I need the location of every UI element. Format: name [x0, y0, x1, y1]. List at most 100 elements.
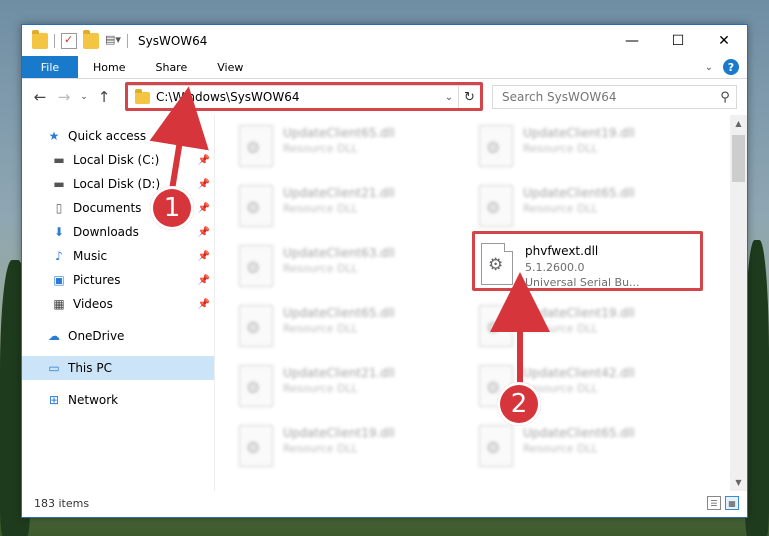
folder-icon [32, 29, 48, 49]
item-count: 183 items [34, 496, 90, 510]
separator [127, 33, 128, 48]
nav-label: Pictures [73, 273, 121, 287]
pin-icon[interactable]: 📌 [198, 155, 210, 166]
nav-onedrive[interactable]: ☁ OneDrive [22, 324, 214, 348]
cloud-icon: ☁ [48, 329, 60, 343]
tab-view[interactable]: View [202, 56, 258, 78]
file-item[interactable]: UpdateClient19.dll Resource DLL [479, 301, 699, 351]
documents-icon: ▯ [55, 201, 63, 215]
file-name: UpdateClient63.dll [283, 246, 395, 260]
ribbon-tabs: File Home Share View ⌄ ? [22, 56, 747, 79]
dll-file-icon [239, 125, 273, 167]
file-item[interactable]: UpdateClient63.dll Resource DLL [239, 241, 459, 291]
music-icon: ♪ [55, 249, 63, 263]
file-item[interactable]: UpdateClient21.dll Resource DLL [239, 181, 459, 231]
customize-toolbar-icon[interactable]: ▤▾ [105, 33, 121, 49]
nav-label: Network [68, 393, 119, 407]
file-name: UpdateClient65.dll [523, 186, 635, 200]
star-icon: ★ [48, 129, 60, 143]
address-bar[interactable]: C:\Windows\SysWOW64 ⌄ ↻ [127, 85, 481, 109]
up-button[interactable]: ↑ [92, 88, 116, 106]
pin-icon[interactable]: 📌 [198, 275, 210, 286]
help-button[interactable]: ? [723, 59, 739, 75]
file-type: Resource DLL [283, 202, 358, 215]
file-item[interactable]: UpdateClient65.dll Resource DLL [479, 421, 699, 471]
pictures-icon: ▣ [53, 273, 65, 287]
main-area: ★ Quick access ▬ Local Disk (C:) 📌 ▬ Loc… [22, 115, 747, 491]
target-file-description: Universal Serial Bu... [525, 276, 640, 289]
search-input[interactable] [502, 90, 714, 104]
pin-icon[interactable]: 📌 [198, 203, 210, 214]
pin-icon[interactable]: 📌 [198, 299, 210, 310]
file-type: Resource DLL [283, 142, 358, 155]
file-name: UpdateClient21.dll [283, 186, 395, 200]
file-item[interactable]: UpdateClient21.dll Resource DLL [239, 361, 459, 411]
dll-file-icon [239, 425, 273, 467]
downloads-icon: ⬇ [53, 225, 65, 239]
file-name: UpdateClient65.dll [283, 306, 395, 320]
dll-file-icon [479, 425, 513, 467]
file-name: UpdateClient65.dll [523, 426, 635, 440]
file-item[interactable]: UpdateClient65.dll Resource DLL [479, 181, 699, 231]
search-icon[interactable]: ⚲ [714, 90, 736, 105]
nav-music[interactable]: ♪ Music 📌 [22, 244, 214, 268]
address-row: ← → ⌄ ↑ C:\Windows\SysWOW64 ⌄ ↻ ⚲ [22, 79, 747, 115]
folder-icon [135, 89, 150, 104]
step-badge-2: 2 [497, 382, 541, 426]
pin-icon[interactable]: 📌 [198, 251, 210, 262]
pin-icon[interactable]: 📌 [198, 179, 210, 190]
nav-videos[interactable]: ▦ Videos 📌 [22, 292, 214, 316]
address-path[interactable]: C:\Windows\SysWOW64 [156, 90, 440, 104]
nav-label: Downloads [73, 225, 139, 239]
status-bar: 183 items ☰ ▦ [22, 489, 747, 517]
file-name: UpdateClient19.dll [283, 426, 395, 440]
recent-locations-button[interactable]: ⌄ [76, 92, 92, 102]
file-item[interactable]: UpdateClient19.dll Resource DLL [239, 421, 459, 471]
pin-icon[interactable]: 📌 [198, 227, 210, 238]
forward-button[interactable]: → [52, 88, 76, 106]
address-dropdown-icon[interactable]: ⌄ [440, 92, 458, 103]
nav-pictures[interactable]: ▣ Pictures 📌 [22, 268, 214, 292]
close-button[interactable]: ✕ [701, 25, 747, 56]
scroll-thumb[interactable] [732, 135, 745, 182]
quick-access-toolbar: ▤▾ [22, 29, 128, 49]
nav-label: Quick access [68, 129, 147, 143]
search-box[interactable]: ⚲ [492, 85, 737, 109]
tab-file[interactable]: File [22, 56, 78, 78]
tab-home[interactable]: Home [78, 56, 140, 78]
file-item[interactable]: UpdateClient65.dll Resource DLL [239, 121, 459, 171]
file-item[interactable]: UpdateClient65.dll Resource DLL [239, 301, 459, 351]
file-type: Resource DLL [523, 322, 598, 335]
details-view-icon[interactable]: ☰ [707, 496, 721, 510]
target-file-version: 5.1.2600.0 [525, 261, 585, 274]
separator [54, 33, 55, 48]
tab-share[interactable]: Share [140, 56, 202, 78]
nav-label: Local Disk (D:) [73, 177, 161, 191]
nav-this-pc[interactable]: ▭ This PC [22, 356, 214, 380]
file-item[interactable]: UpdateClient19.dll Resource DLL [479, 121, 699, 171]
vertical-scrollbar[interactable]: ▲ ▼ [730, 115, 747, 491]
nav-label: This PC [68, 361, 112, 375]
scroll-up-icon[interactable]: ▲ [730, 115, 747, 132]
maximize-button[interactable]: ☐ [655, 25, 701, 56]
dll-file-icon [239, 305, 273, 347]
nav-label: OneDrive [68, 329, 125, 343]
step-badge-1: 1 [150, 186, 194, 230]
nav-label: Local Disk (C:) [73, 153, 160, 167]
nav-local-disk-c[interactable]: ▬ Local Disk (C:) 📌 [22, 148, 214, 172]
target-file-item[interactable]: phvfwext.dll 5.1.2600.0 Universal Serial… [475, 237, 700, 295]
dll-file-icon [481, 243, 513, 285]
nav-network[interactable]: ⊞ Network [22, 388, 214, 412]
drive-icon: ▬ [53, 177, 65, 191]
refresh-button[interactable]: ↻ [458, 86, 480, 108]
tiles-view-icon[interactable]: ▦ [725, 496, 739, 510]
new-folder-icon[interactable] [83, 29, 99, 49]
nav-quick-access[interactable]: ★ Quick access [22, 124, 214, 148]
properties-icon[interactable] [61, 32, 77, 49]
file-type: Resource DLL [283, 442, 358, 455]
expand-ribbon-icon[interactable]: ⌄ [705, 62, 713, 73]
title-bar: ▤▾ SysWOW64 — ☐ ✕ [22, 25, 747, 56]
back-button[interactable]: ← [28, 88, 52, 106]
file-type: Resource DLL [523, 382, 598, 395]
minimize-button[interactable]: — [609, 25, 655, 56]
